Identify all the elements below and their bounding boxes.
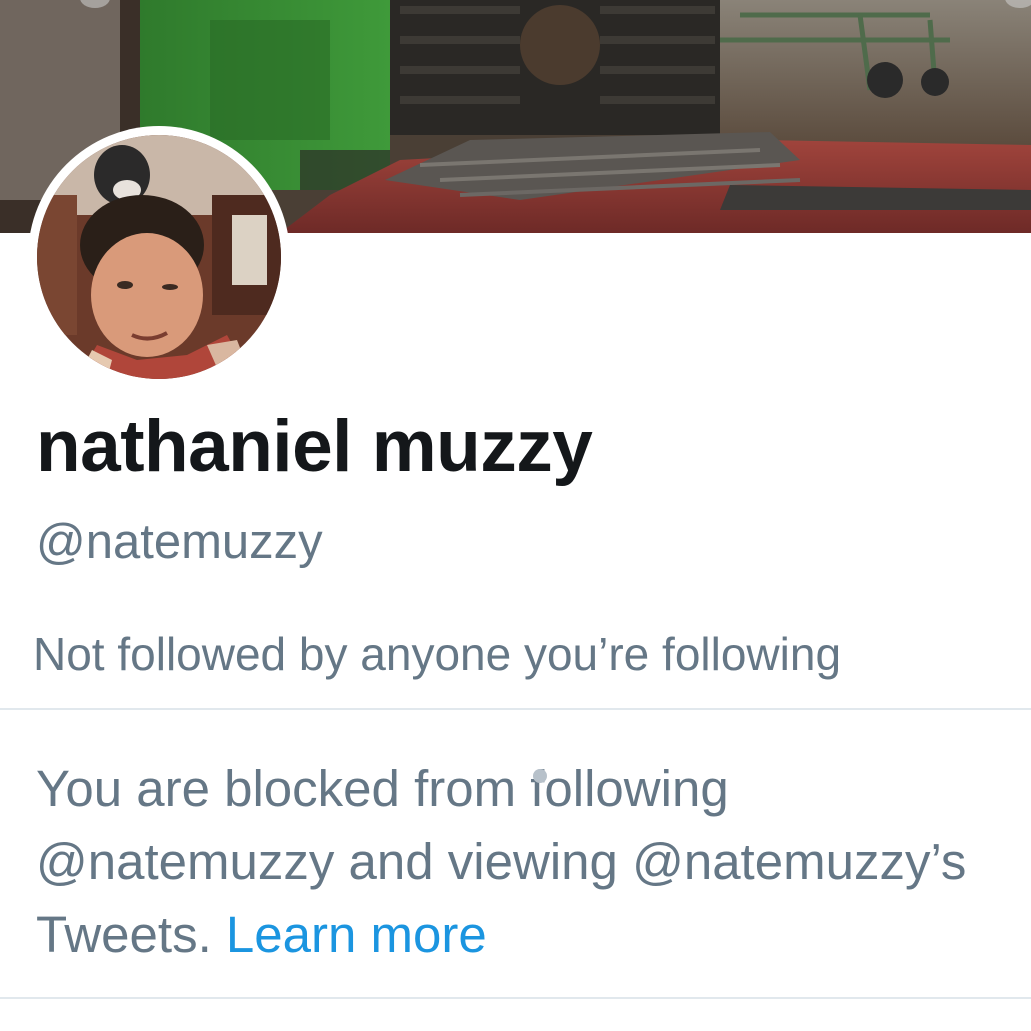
blocked-notice: You are blocked from following @natemuzz…	[36, 752, 1026, 971]
display-name: nathaniel muzzy	[36, 406, 593, 487]
divider	[0, 997, 1031, 999]
blocked-notice-tail: Tweets.	[36, 906, 212, 963]
username-handle: @natemuzzy	[36, 515, 323, 569]
blocked-notice-line: @natemuzzy and viewing @natemuzzy’s	[36, 833, 967, 890]
profile-page: nathaniel muzzy @natemuzzy Not followed …	[0, 0, 1031, 1031]
followers-you-know-note: Not followed by anyone you’re following	[33, 628, 842, 680]
avatar-photo	[37, 135, 281, 379]
learn-more-link[interactable]: Learn more	[226, 906, 487, 963]
avatar[interactable]	[28, 126, 290, 388]
touch-indicator	[533, 769, 547, 783]
divider	[0, 708, 1031, 710]
blocked-notice-line: You are blocked from following	[36, 760, 729, 817]
blocked-notice-line: Tweets. Learn more	[36, 898, 1026, 971]
